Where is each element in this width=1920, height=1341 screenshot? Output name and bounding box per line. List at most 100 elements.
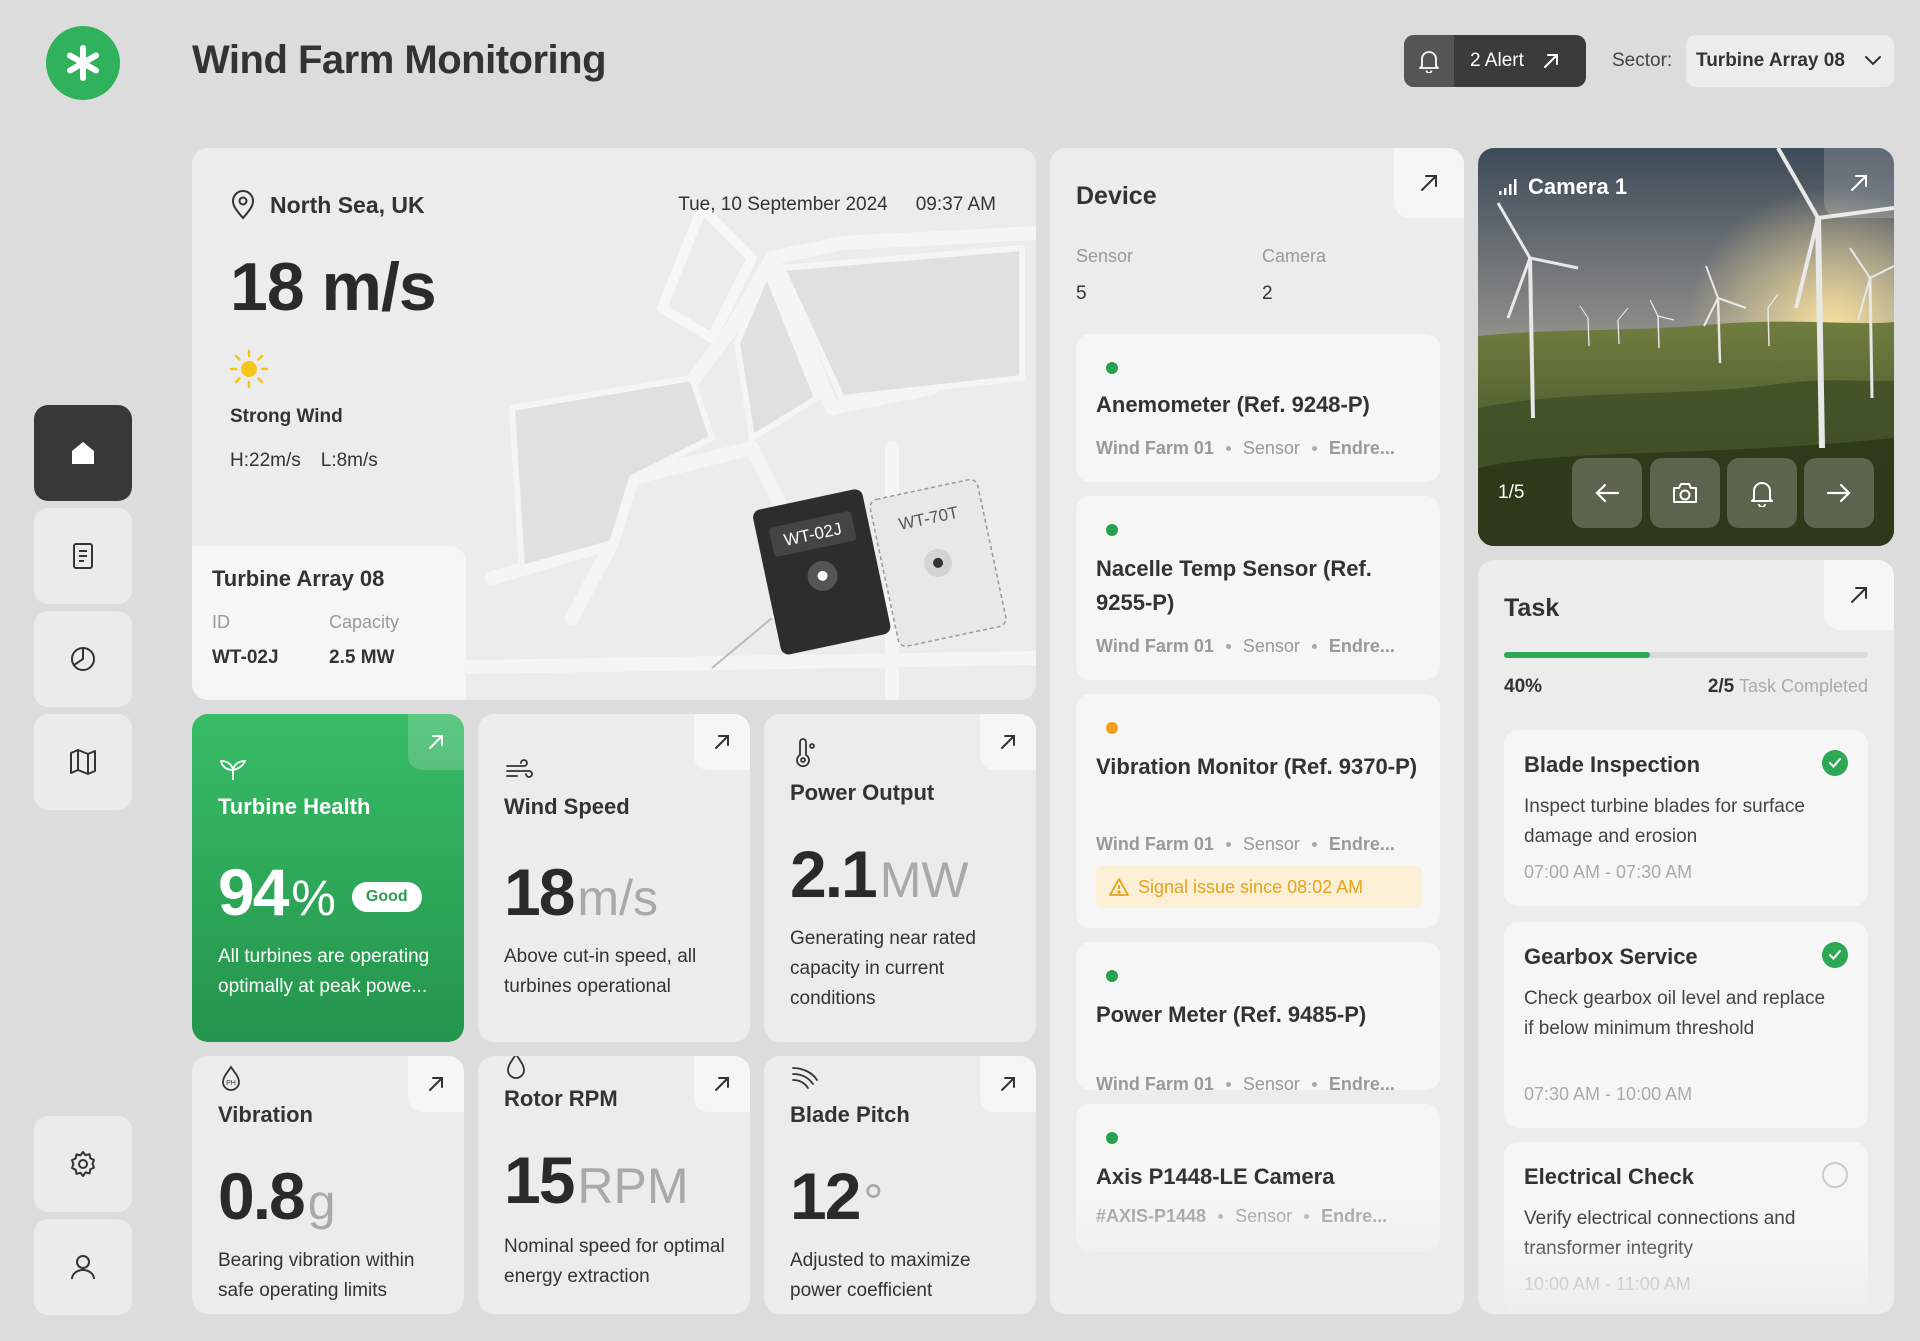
task-title: Task [1504, 594, 1560, 622]
arrow-up-right-icon [1001, 1077, 1015, 1091]
metric-description: Generating near rated capacity in curren… [790, 928, 976, 1009]
open-wind-speed-button[interactable] [694, 714, 750, 770]
task-description: Verify electrical connections and transf… [1524, 1208, 1796, 1259]
open-turbine-health-button[interactable] [408, 714, 464, 770]
device-item[interactable]: Nacelle Temp Sensor (Ref. 9255-P) Wind F… [1076, 496, 1440, 680]
health-unit: % [291, 870, 336, 926]
signal-warning: Signal issue since 08:02 AM [1096, 866, 1422, 908]
health-number: 94 [218, 855, 289, 929]
camera-alert-button[interactable] [1727, 458, 1797, 528]
location: North Sea, UK [230, 190, 425, 220]
sidebar-item-analytics[interactable] [34, 611, 132, 707]
vibration-unit: g [307, 1174, 336, 1230]
device-title: Device [1076, 182, 1157, 210]
next-camera-button[interactable] [1804, 458, 1874, 528]
metric-description: Nominal speed for optimal energy extract… [504, 1236, 725, 1287]
snapshot-button[interactable] [1650, 458, 1720, 528]
metric-value: 15 RPM [504, 1142, 689, 1218]
device-item-warning[interactable]: Vibration Monitor (Ref. 9370-P) Wind Far… [1076, 694, 1440, 928]
task-completed: 2/5 Task Completed [1708, 676, 1868, 698]
sidebar-item-profile[interactable] [34, 1219, 132, 1315]
task-checkbox-checked[interactable] [1822, 750, 1848, 776]
turbine-health-card[interactable]: Turbine Health 94 % Good All turbines ar… [192, 714, 464, 1042]
metric-value: 94 % Good [218, 854, 422, 930]
wind-unit: m/s [577, 870, 658, 926]
device-stats: Sensor 5 Camera 2 [1076, 246, 1448, 305]
alert-button[interactable]: 2 Alert [1404, 35, 1586, 87]
bell-icon [1404, 35, 1454, 87]
camera-feed[interactable]: Camera 1 1/5 [1478, 148, 1894, 546]
task-item[interactable]: Electrical Check Verify electrical conne… [1504, 1142, 1868, 1314]
sidebar-item-home[interactable] [34, 405, 132, 501]
task-time: 07:30 AM - 10:00 AM [1524, 1084, 1693, 1104]
vibration-card[interactable]: PH Vibration 0.8 g Bearing vibration wit… [192, 1056, 464, 1314]
datetime: Tue, 10 September 2024 09:37 AM [678, 194, 996, 216]
task-item[interactable]: Blade Inspection Inspect turbine blades … [1504, 730, 1868, 906]
device-item[interactable]: Axis P1448-LE Camera #AXIS-P1448 Sensor … [1076, 1104, 1440, 1252]
open-tasks-button[interactable] [1824, 560, 1894, 630]
rotor-rpm-card[interactable]: Rotor RPM 15 RPM Nominal speed for optim… [478, 1056, 750, 1314]
task-checkbox-unchecked[interactable] [1822, 1162, 1848, 1188]
open-rotor-rpm-button[interactable] [694, 1056, 750, 1112]
location-name: North Sea, UK [270, 191, 425, 218]
sidebar-item-reports[interactable] [34, 508, 132, 604]
time: 09:37 AM [915, 194, 996, 215]
metric-title: Turbine Health [218, 794, 371, 819]
wind-number: 18 [504, 855, 575, 929]
sector-select[interactable]: Turbine Array 08 [1686, 35, 1894, 87]
user-icon [71, 1255, 95, 1280]
task-progress-bar [1504, 652, 1868, 658]
open-devices-button[interactable] [1394, 148, 1464, 218]
camera-label: Camera [1262, 246, 1327, 266]
weather-condition: Strong Wind [230, 406, 343, 427]
task-item[interactable]: Gearbox Service Check gearbox oil level … [1504, 922, 1868, 1128]
bell-icon [1751, 482, 1773, 507]
wind-high-low: H:22m/s L:8m/s [230, 450, 378, 472]
pitch-number: 12 [790, 1159, 861, 1233]
previous-camera-button[interactable] [1572, 458, 1642, 528]
device-location: Endre... [1321, 1206, 1388, 1226]
open-camera-button[interactable] [1824, 148, 1894, 218]
task-time: 10:00 AM - 11:00 AM [1524, 1274, 1691, 1294]
pitch-unit: ° [863, 1174, 884, 1230]
device-farm: Wind Farm 01 [1096, 834, 1214, 854]
device-item[interactable]: Power Meter (Ref. 9485-P) Wind Farm 01 S… [1076, 942, 1440, 1094]
task-name: Blade Inspection [1524, 752, 1701, 777]
device-type: Sensor [1242, 636, 1300, 656]
power-output-card[interactable]: Power Output 2.1 MW Generating near rate… [764, 714, 1036, 1042]
check-icon [1829, 950, 1841, 960]
sector-label: Sector: [1612, 50, 1673, 71]
app-logo[interactable] [46, 26, 120, 100]
metric-value: 2.1 MW [790, 836, 969, 912]
arrow-up-right-icon [715, 735, 729, 749]
sidebar-item-settings[interactable] [34, 1116, 132, 1212]
turbine-array-title: Turbine Array 08 [212, 566, 385, 591]
device-item[interactable]: Anemometer (Ref. 9248-P) Wind Farm 01 Se… [1076, 334, 1440, 482]
wind-speed-card[interactable]: Wind Speed 18 m/s Above cut-in speed, al… [478, 714, 750, 1042]
task-percent: 40% [1504, 676, 1543, 697]
task-checkbox-checked[interactable] [1822, 942, 1848, 968]
signal-bars-icon [1499, 179, 1517, 195]
open-power-output-button[interactable] [980, 714, 1036, 770]
device-meta: Wind Farm 01 Sensor Endre... [1096, 636, 1395, 657]
blade-pitch-card[interactable]: Blade Pitch 12 ° Adjusted to maximize po… [764, 1056, 1036, 1314]
device-location: Endre... [1328, 636, 1395, 656]
ph-drop-icon: PH [222, 1065, 240, 1091]
metric-title: Wind Speed [504, 794, 630, 819]
location-card: WT-70T WT-02J North Sea, UK Tue, 10 Sept… [192, 148, 1036, 700]
wind-speed-readout: 18 m/s [230, 249, 437, 325]
sidebar-item-map[interactable] [34, 714, 132, 810]
sector-value: Turbine Array 08 [1696, 50, 1845, 71]
svg-text:PH: PH [226, 1080, 236, 1087]
check-icon [1829, 758, 1841, 768]
rpm-unit: RPM [577, 1158, 689, 1214]
blade-pitch-icon [792, 1067, 818, 1089]
sensor-count: 5 [1076, 283, 1087, 304]
open-blade-pitch-button[interactable] [980, 1056, 1036, 1112]
metric-description: Above cut-in speed, all turbines operati… [504, 946, 697, 997]
camera-name: Camera 1 [1528, 174, 1628, 199]
arrow-up-right-icon [715, 1077, 729, 1091]
camera-counter: 1/5 [1498, 482, 1525, 503]
open-vibration-button[interactable] [408, 1056, 464, 1112]
device-farm: Wind Farm 01 [1096, 1074, 1214, 1094]
